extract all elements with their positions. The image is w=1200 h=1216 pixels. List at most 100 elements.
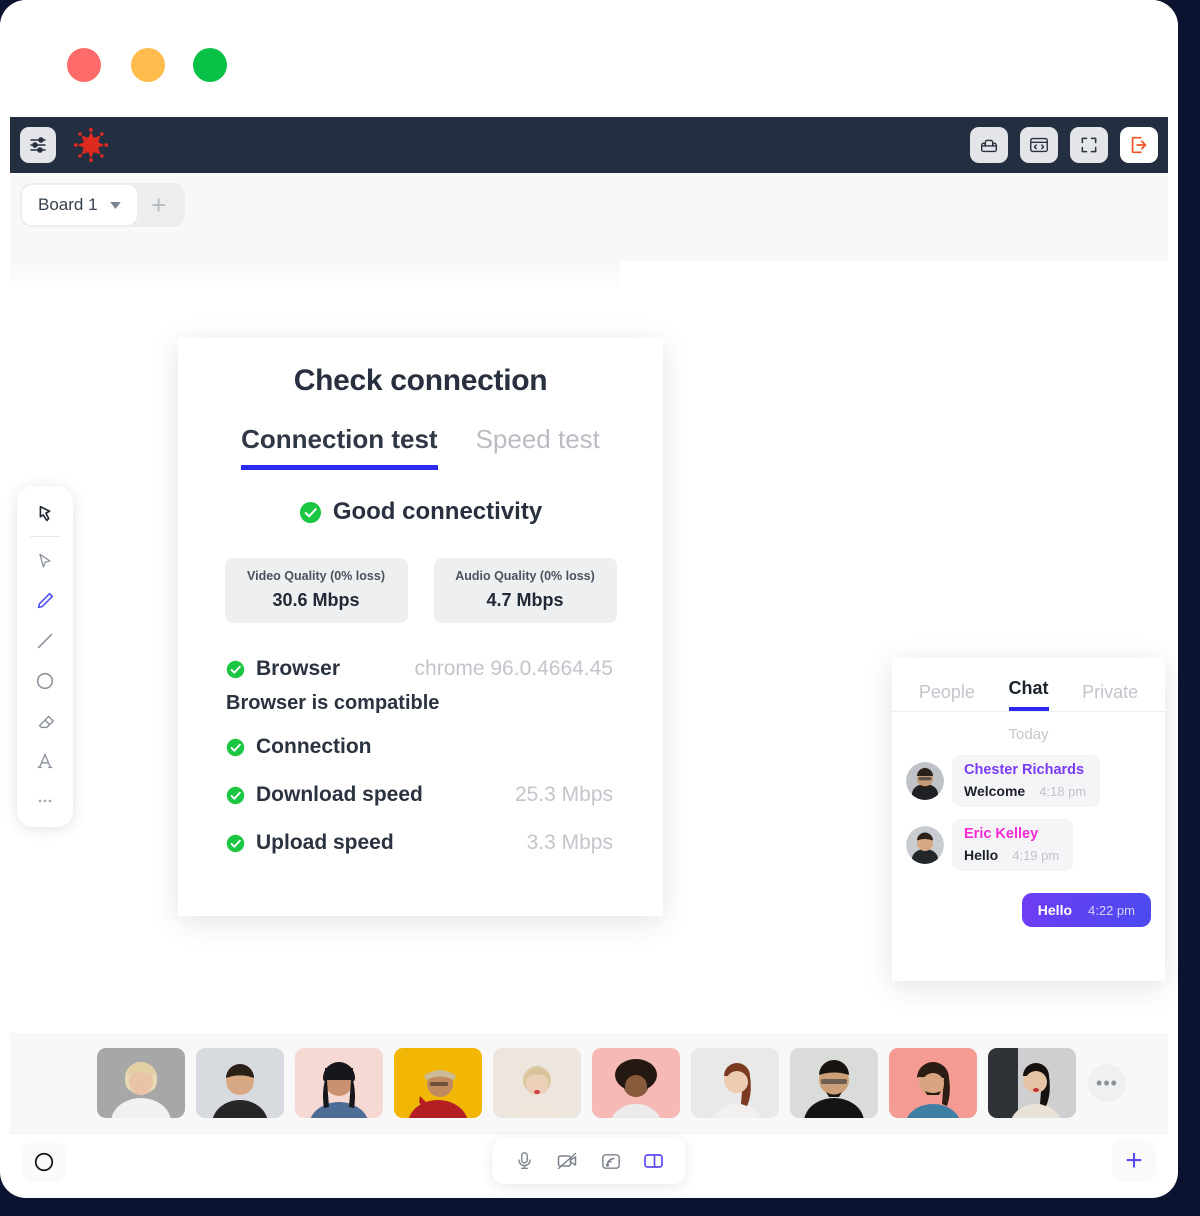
close-window-button[interactable] bbox=[67, 48, 101, 82]
connection-check-rows: Browser chrome 96.0.4664.45 Browser is c… bbox=[178, 657, 663, 855]
more-tools[interactable] bbox=[23, 781, 67, 821]
chat-bubble: Eric Kelley Hello 4:19 pm bbox=[952, 819, 1074, 871]
text-tool[interactable] bbox=[23, 741, 67, 781]
board-tabs: Board 1 + bbox=[20, 183, 185, 227]
sliders-icon bbox=[30, 137, 46, 153]
app-toolbar bbox=[10, 117, 1168, 173]
participant-tile[interactable] bbox=[493, 1048, 581, 1118]
mic-icon bbox=[518, 1152, 531, 1170]
check-row-download: Download speed 25.3 Mbps bbox=[226, 783, 613, 807]
participant-thumbnail bbox=[906, 1062, 960, 1118]
video-quality-box: Video Quality (0% loss) 30.6 Mbps bbox=[224, 558, 408, 623]
layout-button[interactable] bbox=[640, 1147, 668, 1175]
camera-button[interactable] bbox=[554, 1147, 582, 1175]
record-button[interactable] bbox=[22, 1142, 66, 1182]
chat-sender-name: Eric Kelley bbox=[964, 826, 1039, 842]
select-tool[interactable] bbox=[23, 541, 67, 581]
line-tool[interactable] bbox=[23, 621, 67, 661]
pin-icon bbox=[39, 505, 51, 522]
minimize-window-button[interactable] bbox=[131, 48, 165, 82]
more-participants-button[interactable]: ••• bbox=[1088, 1064, 1126, 1102]
participant-thumbnail bbox=[310, 1062, 368, 1118]
circle-icon bbox=[36, 672, 54, 690]
connection-check-card: Check connection Connection test Speed t… bbox=[178, 338, 663, 916]
participant-thumbnail bbox=[804, 1060, 864, 1118]
panel-layout-icon bbox=[644, 1154, 663, 1168]
chat-bubble: Chester Richards Welcome 4:18 pm bbox=[952, 755, 1101, 807]
tab-speed-test[interactable]: Speed test bbox=[476, 424, 600, 470]
check-circle-icon bbox=[226, 786, 245, 804]
chat-sender-name: Chester Richards bbox=[964, 762, 1085, 778]
participant-tile[interactable] bbox=[196, 1048, 284, 1118]
participant-tile[interactable] bbox=[394, 1048, 482, 1118]
exit-icon bbox=[1131, 136, 1147, 154]
settings-button[interactable] bbox=[20, 127, 56, 163]
connectivity-status: Good connectivity bbox=[178, 498, 663, 526]
microphone-button[interactable] bbox=[511, 1147, 539, 1175]
chat-date-divider: Today bbox=[1008, 726, 1049, 743]
chat-message-time: 4:18 pm bbox=[1039, 784, 1087, 799]
pencil-tool[interactable] bbox=[23, 581, 67, 621]
tab-chat[interactable]: Chat bbox=[1008, 678, 1049, 711]
board-tab-label: Board 1 bbox=[38, 195, 98, 214]
chat-message-text: Welcome bbox=[964, 783, 1026, 799]
ellipsis-icon bbox=[38, 799, 52, 803]
avatar bbox=[906, 762, 944, 800]
participant-tile[interactable] bbox=[592, 1048, 680, 1118]
connection-card-tabs: Connection test Speed test bbox=[178, 424, 663, 470]
eraser-tool[interactable] bbox=[23, 701, 67, 741]
participant-tile[interactable] bbox=[295, 1048, 383, 1118]
fullscreen-button[interactable] bbox=[1070, 127, 1108, 163]
embed-code-button[interactable] bbox=[1020, 127, 1058, 163]
avatar bbox=[906, 826, 944, 864]
snowflake-logo[interactable] bbox=[72, 126, 110, 164]
pencil-icon bbox=[37, 592, 54, 609]
participant-thumbnail bbox=[988, 1048, 1061, 1118]
check-row-download-value: 25.3 Mbps bbox=[514, 783, 613, 806]
chat-outgoing-row: Hello 4:22 pm bbox=[892, 893, 1151, 927]
chat-panel: People Chat Private Today Chester Richar… bbox=[892, 658, 1165, 981]
screenshare-button[interactable] bbox=[597, 1147, 625, 1175]
text-a-icon bbox=[37, 752, 53, 769]
media-controls bbox=[492, 1138, 686, 1184]
leave-button[interactable] bbox=[1120, 127, 1158, 163]
record-circle-icon bbox=[34, 1152, 54, 1172]
tab-connection-test[interactable]: Connection test bbox=[241, 424, 438, 470]
avatar-icon bbox=[906, 762, 944, 800]
circle-tool[interactable] bbox=[23, 661, 67, 701]
whiteboard-canvas[interactable]: Check connection Connection test Speed t… bbox=[10, 261, 1168, 1033]
audio-quality-value: 4.7 Mbps bbox=[486, 590, 564, 610]
audio-quality-label: Audio Quality (0% loss) bbox=[455, 569, 595, 583]
participant-tile[interactable] bbox=[790, 1048, 878, 1118]
chat-message: Chester Richards Welcome 4:18 pm bbox=[906, 755, 1165, 807]
participant-tile[interactable] bbox=[988, 1048, 1076, 1118]
toolbar-divider bbox=[30, 536, 60, 537]
board-tab-active[interactable]: Board 1 bbox=[22, 185, 137, 225]
add-board-button[interactable]: + bbox=[139, 185, 179, 225]
participant-tile[interactable] bbox=[97, 1048, 185, 1118]
participant-tile[interactable] bbox=[691, 1048, 779, 1118]
lounge-button[interactable] bbox=[970, 127, 1008, 163]
bottom-bar: + bbox=[10, 1133, 1168, 1188]
connectivity-status-label: Good connectivity bbox=[332, 498, 543, 525]
check-row-browser-label: Browser bbox=[256, 657, 341, 680]
participant-thumbnail bbox=[611, 1059, 661, 1118]
tab-private[interactable]: Private bbox=[1082, 682, 1138, 711]
code-window-icon bbox=[1030, 137, 1048, 153]
tab-people[interactable]: People bbox=[919, 682, 975, 711]
video-quality-value: 30.6 Mbps bbox=[272, 590, 360, 610]
screen-share-icon bbox=[601, 1153, 620, 1169]
add-participant-button[interactable]: + bbox=[1112, 1140, 1156, 1182]
check-row-browser: Browser chrome 96.0.4664.45 bbox=[226, 657, 613, 681]
participant-tile[interactable] bbox=[889, 1048, 977, 1118]
cursor-icon bbox=[39, 553, 51, 568]
check-circle-icon bbox=[226, 738, 245, 756]
avatar-icon bbox=[906, 826, 944, 864]
pin-tool[interactable] bbox=[23, 494, 67, 534]
maximize-window-button[interactable] bbox=[193, 48, 227, 82]
check-row-download-label: Download speed bbox=[256, 783, 423, 806]
snowflake-logo-icon bbox=[73, 127, 109, 163]
check-row-upload-label: Upload speed bbox=[256, 831, 394, 854]
participant-thumbnail bbox=[212, 1064, 268, 1118]
page-title: Check connection bbox=[293, 364, 548, 397]
